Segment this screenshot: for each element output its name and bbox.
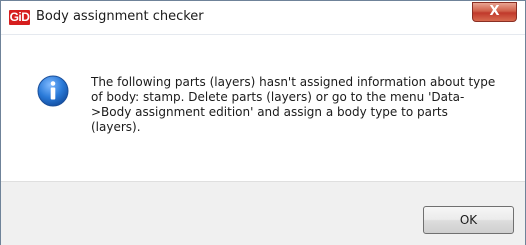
close-button[interactable]: X	[472, 2, 517, 22]
ok-button[interactable]: OK	[423, 206, 514, 234]
dialog-message: The following parts (layers) hasn't assi…	[91, 75, 496, 134]
dialog-window: GiD Body assignment checker X The follow…	[0, 0, 526, 245]
window-title: Body assignment checker	[36, 9, 204, 24]
title-bar[interactable]: GiD Body assignment checker X	[1, 1, 525, 35]
info-icon	[37, 75, 69, 107]
close-icon: X	[489, 4, 500, 19]
gid-logo-icon: GiD	[9, 10, 30, 25]
dialog-content: The following parts (layers) hasn't assi…	[1, 35, 525, 181]
